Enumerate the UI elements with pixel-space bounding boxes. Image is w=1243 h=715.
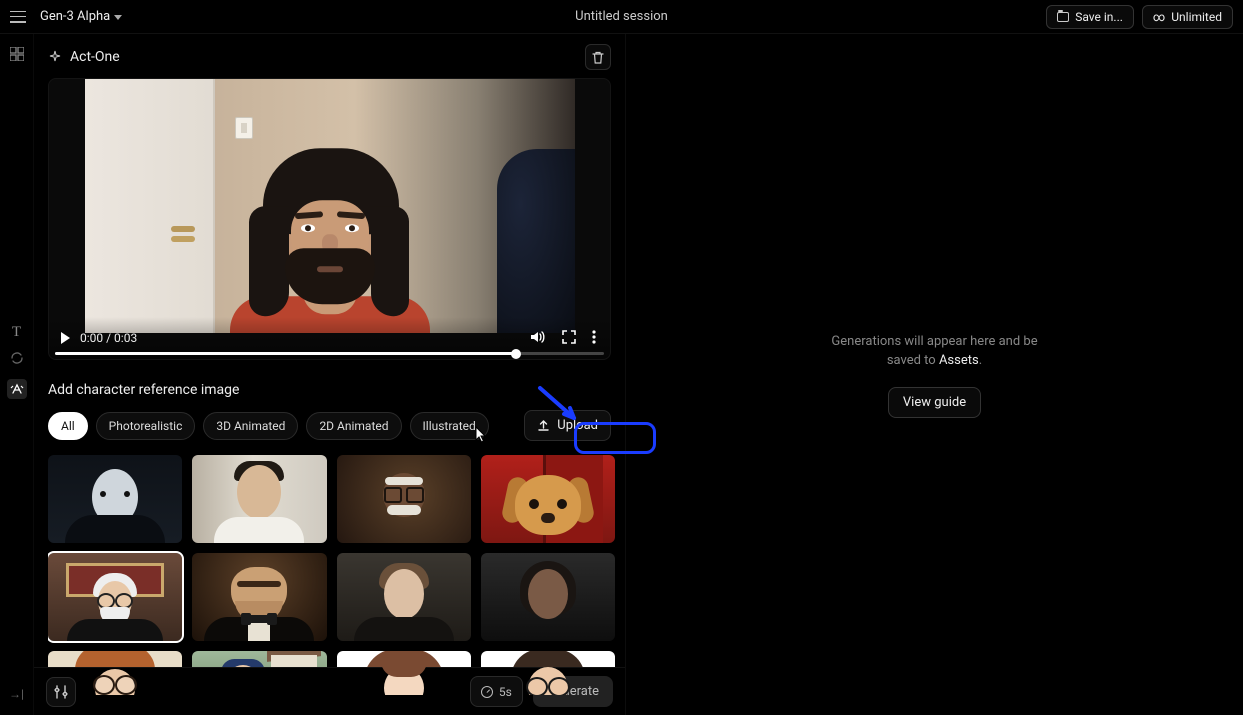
video-time-display: 0:00 / 0:03 [80,331,137,345]
trash-icon [592,51,604,64]
reference-thumb[interactable] [337,455,471,543]
reference-thumb[interactable] [192,455,326,543]
reference-thumb[interactable] [192,553,326,641]
filter-row: All Photorealistic 3D Animated 2D Animat… [48,410,611,441]
duration-button[interactable]: 5s [470,676,523,707]
reference-grid [48,455,615,695]
view-guide-button[interactable]: View guide [888,387,981,418]
filter-chip-3d[interactable]: 3D Animated [203,412,298,440]
left-panel: Act-One [34,34,626,715]
model-selector[interactable]: Gen-3 Alpha [40,9,122,24]
act-one-tool-icon[interactable] [7,379,27,399]
more-icon[interactable] [592,330,596,347]
sliders-icon [54,685,68,699]
session-title[interactable]: Untitled session [575,9,668,24]
right-panel: Generations will appear here and be save… [626,34,1243,715]
reference-thumb[interactable] [481,553,615,641]
fullscreen-icon[interactable] [562,330,576,347]
filter-chip-all[interactable]: All [48,412,88,440]
collapse-rail-icon[interactable]: →| [9,687,24,701]
upload-icon [537,419,550,432]
empty-state-message: Generations will appear here and be save… [831,332,1037,371]
settings-button[interactable] [46,677,76,707]
model-name: Gen-3 Alpha [40,9,110,24]
infinity-icon: ∞ [1153,10,1165,24]
tool-title-label: Act-One [70,49,120,65]
reference-thumb[interactable] [481,455,615,543]
reference-thumb[interactable] [48,455,182,543]
video-frame [85,79,575,333]
menu-icon[interactable] [10,11,26,23]
left-rail: T →| [0,34,34,715]
volume-icon[interactable] [530,330,546,347]
reference-thumb[interactable] [337,553,471,641]
reference-section-label: Add character reference image [48,382,611,398]
top-bar: Gen-3 Alpha Untitled session Save in... … [0,0,1243,34]
video-progress-track[interactable] [55,352,604,355]
refresh-icon[interactable] [10,351,24,369]
grid-icon[interactable] [7,44,27,64]
plan-badge[interactable]: ∞ Unlimited [1142,5,1233,29]
sparkle-icon [48,50,62,64]
save-in-button[interactable]: Save in... [1046,5,1134,29]
text-tool-icon[interactable]: T [12,324,21,341]
filter-chip-2d[interactable]: 2D Animated [306,412,401,440]
folder-icon [1057,12,1069,22]
chevron-down-icon [114,15,122,20]
assets-link[interactable]: Assets [939,353,979,368]
play-button[interactable] [61,332,70,344]
upload-button[interactable]: Upload [524,410,611,441]
delete-button[interactable] [585,44,611,70]
filter-chip-photorealistic[interactable]: Photorealistic [96,412,196,440]
driving-video-player[interactable]: 0:00 / 0:03 [48,78,611,360]
reference-thumb-selected[interactable] [48,553,182,641]
filter-chip-illustrated[interactable]: Illustrated [410,412,489,440]
clock-icon [481,686,493,698]
